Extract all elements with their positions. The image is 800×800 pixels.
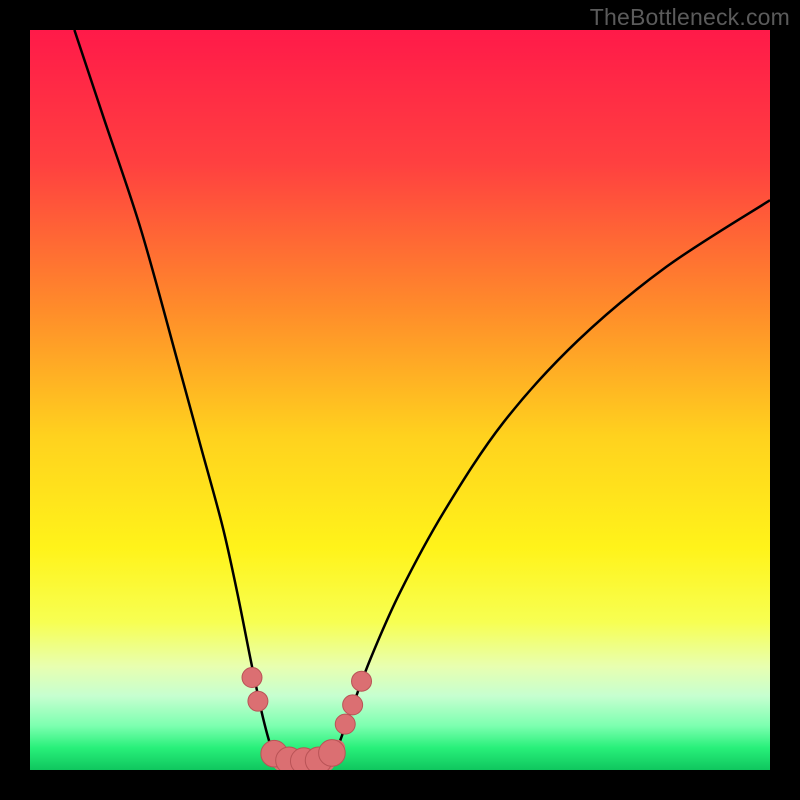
marker-dot — [319, 740, 346, 767]
gradient-background — [30, 30, 770, 770]
marker-dot — [242, 668, 262, 688]
bottleneck-chart — [30, 30, 770, 770]
watermark-text: TheBottleneck.com — [590, 4, 790, 31]
marker-dot — [343, 695, 363, 715]
marker-dot — [248, 691, 268, 711]
chart-frame: TheBottleneck.com — [0, 0, 800, 800]
plot-area — [30, 30, 770, 770]
marker-dot — [352, 671, 372, 691]
marker-dot — [335, 714, 355, 734]
